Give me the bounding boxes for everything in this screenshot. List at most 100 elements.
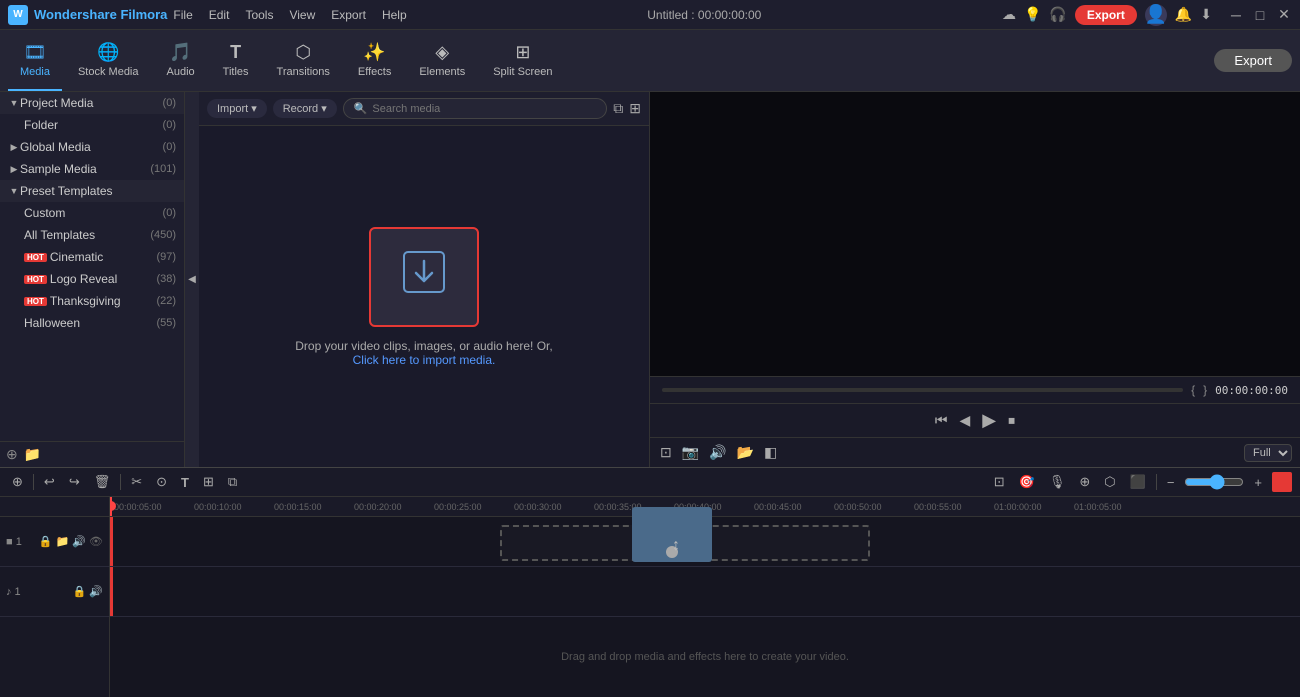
- adjust-button[interactable]: ⊞: [199, 472, 218, 492]
- sidebar-item-thanksgiving[interactable]: HOT Thanksgiving (22): [0, 290, 184, 312]
- toolbar-titles[interactable]: T Titles: [211, 30, 261, 91]
- export-button[interactable]: Export: [1214, 49, 1292, 72]
- toolbar-audio[interactable]: 🎵 Audio: [155, 30, 207, 91]
- toolbar-elements[interactable]: ◈ Elements: [407, 30, 477, 91]
- undo-button[interactable]: ↩: [40, 472, 59, 492]
- search-input[interactable]: [372, 103, 596, 115]
- sidebar-item-all-templates[interactable]: All Templates (450): [0, 224, 184, 246]
- main-content: ▼ Project Media (0) Folder (0) ▶ Global …: [0, 92, 1300, 467]
- avatar-icon[interactable]: 👤: [1145, 4, 1167, 26]
- sample-media-label: Sample Media: [20, 162, 150, 176]
- menu-help[interactable]: Help: [382, 8, 407, 22]
- delete-button[interactable]: 🗑: [90, 472, 115, 492]
- audio-volume-icon[interactable]: 🔊: [89, 585, 103, 598]
- preview-screen: [650, 92, 1300, 376]
- sidebar-item-global-media[interactable]: ▶ Global Media (0): [0, 136, 184, 158]
- sidebar-item-folder[interactable]: Folder (0): [0, 114, 184, 136]
- play-button[interactable]: ▶: [978, 408, 1000, 433]
- sidebar-item-preset-templates[interactable]: ▼ Preset Templates: [0, 180, 184, 202]
- maximize-button[interactable]: □: [1252, 7, 1268, 23]
- download-icon[interactable]: ⬇: [1200, 6, 1212, 23]
- skip-back-button[interactable]: ⏮: [931, 410, 952, 431]
- timeline-content: ■ 1 🔒 📁 🔊 👁 ♪ 1 🔒 🔊: [0, 497, 1300, 697]
- cinematic-label: Cinematic: [50, 250, 157, 264]
- folder-open-icon[interactable]: 📂: [735, 442, 756, 463]
- sidebar-item-halloween[interactable]: Halloween (55): [0, 312, 184, 334]
- seekbar[interactable]: [662, 388, 1183, 392]
- sidebar-item-sample-media[interactable]: ▶ Sample Media (101): [0, 158, 184, 180]
- snap-button[interactable]: ⊡: [990, 472, 1009, 492]
- record-button[interactable]: Record ▾: [273, 99, 337, 118]
- close-button[interactable]: ✕: [1276, 7, 1292, 23]
- sidebar-item-custom[interactable]: Custom (0): [0, 202, 184, 224]
- headphone-icon[interactable]: 🎧: [1049, 6, 1066, 23]
- preset-templates-label: Preset Templates: [20, 184, 176, 198]
- sidebar-item-logo-reveal[interactable]: HOT Logo Reveal (38): [0, 268, 184, 290]
- menu-file[interactable]: File: [173, 8, 192, 22]
- connect-button[interactable]: ⊙: [152, 472, 171, 492]
- grid-icon[interactable]: ⊞: [629, 100, 641, 117]
- quality-select[interactable]: Full: [1244, 444, 1292, 462]
- global-media-count: (0): [163, 141, 176, 153]
- notification-icon[interactable]: 🔔: [1175, 6, 1192, 23]
- text-button[interactable]: T: [177, 473, 193, 492]
- ruler-tick: 00:00:15:00: [270, 502, 350, 512]
- all-templates-label: All Templates: [24, 228, 150, 242]
- toolbar-transitions[interactable]: ⬡ Transitions: [265, 30, 342, 91]
- frame-back-button[interactable]: ◀: [955, 410, 974, 431]
- filter-icon[interactable]: ⧉: [613, 100, 623, 117]
- import-button[interactable]: Import ▾: [207, 99, 267, 118]
- magnet-button[interactable]: 🎯: [1015, 472, 1039, 492]
- toolbar-media[interactable]: 🎞 Media: [8, 30, 62, 91]
- minimize-button[interactable]: ─: [1228, 7, 1244, 23]
- redo-button[interactable]: ↪: [65, 472, 84, 492]
- cloud-icon[interactable]: ☁: [1002, 6, 1016, 23]
- eye-icon[interactable]: 👁: [89, 535, 103, 548]
- drop-zone[interactable]: [369, 227, 479, 327]
- stock-media-label: Stock Media: [78, 66, 139, 78]
- toolbar-split-screen[interactable]: ⊞ Split Screen: [481, 30, 564, 91]
- stop-button[interactable]: ⏹: [1004, 410, 1019, 431]
- zoom-in-button[interactable]: +: [1250, 473, 1266, 492]
- menu-tools[interactable]: Tools: [245, 8, 273, 22]
- menu-view[interactable]: View: [289, 8, 315, 22]
- zoom-out-button[interactable]: −: [1163, 473, 1179, 492]
- import-link[interactable]: Click here to import media.: [353, 353, 496, 367]
- all-templates-count: (450): [150, 229, 176, 241]
- adjust-icon[interactable]: ◧: [762, 442, 779, 463]
- menu-export[interactable]: Export: [331, 8, 366, 22]
- snapshot-icon[interactable]: 📷: [680, 442, 701, 463]
- volume-icon[interactable]: 🔊: [707, 442, 728, 463]
- zoom-slider[interactable]: [1184, 474, 1244, 490]
- cut-button[interactable]: ✂: [127, 472, 146, 492]
- mix-button[interactable]: ⊕: [1075, 472, 1094, 492]
- purchase-button[interactable]: Export: [1075, 5, 1137, 25]
- volume-track-icon[interactable]: 🔊: [72, 535, 86, 548]
- video-track-button[interactable]: ⬛: [1126, 472, 1150, 492]
- lock-icon[interactable]: 🔒: [39, 535, 53, 548]
- ruler-tick: 01:00:05:00: [1070, 502, 1150, 512]
- multi-button[interactable]: ⧉: [224, 472, 241, 492]
- bulb-icon[interactable]: 💡: [1024, 6, 1041, 23]
- crop-icon[interactable]: ⊡: [658, 442, 674, 463]
- add-track-button[interactable]: ⊕: [8, 472, 27, 492]
- toolbar-effects[interactable]: ✨ Effects: [346, 30, 403, 91]
- brace-start-icon: {: [1191, 383, 1195, 397]
- folder-icon[interactable]: 📁: [24, 446, 41, 463]
- track-drop-zone[interactable]: ↕: [500, 525, 870, 561]
- preview-tools-left: ⊡ 📷 🔊 📂 ◧: [658, 442, 779, 463]
- sidebar-item-cinematic[interactable]: HOT Cinematic (97): [0, 246, 184, 268]
- add-track-icon[interactable]: ⊕: [6, 446, 18, 463]
- folder-track-icon[interactable]: 📁: [56, 535, 70, 548]
- video-track-row[interactable]: ↕: [110, 517, 1300, 567]
- mic-button[interactable]: 🎙: [1045, 472, 1070, 492]
- scene-button[interactable]: ⬡: [1100, 472, 1119, 492]
- audio-lock-icon[interactable]: 🔒: [73, 585, 87, 598]
- titles-icon: T: [230, 42, 241, 63]
- audio-track-row[interactable]: [110, 567, 1300, 617]
- toolbar-stock-media[interactable]: 🌐 Stock Media: [66, 30, 151, 91]
- menu-edit[interactable]: Edit: [209, 8, 230, 22]
- sidebar-item-project-media[interactable]: ▼ Project Media (0): [0, 92, 184, 114]
- collapse-panel-button[interactable]: ◀: [185, 92, 199, 467]
- main-toolbar: 🎞 Media 🌐 Stock Media 🎵 Audio T Titles ⬡…: [0, 30, 1300, 92]
